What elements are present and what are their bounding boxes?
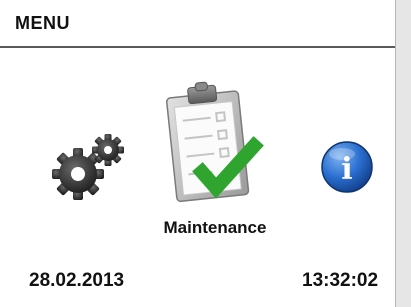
header-bar: MENU [0, 0, 396, 48]
date-display: 28.02.2013 [29, 270, 125, 291]
maintenance-label: Maintenance [163, 218, 267, 237]
clipboard-check-icon [166, 81, 264, 203]
gears-icon [52, 134, 124, 200]
time-display: 13:32:02 [302, 270, 379, 291]
screen-edge [395, 0, 411, 307]
page-title: MENU [15, 13, 70, 33]
menu-screen: MENU Maintenance i 28.02.2013 13:32:02 [0, 0, 411, 307]
svg-text:i: i [341, 152, 352, 187]
info-button[interactable]: i [318, 138, 376, 196]
settings-button[interactable] [48, 130, 128, 204]
info-icon: i [321, 141, 373, 193]
maintenance-button[interactable]: Maintenance [150, 80, 280, 250]
